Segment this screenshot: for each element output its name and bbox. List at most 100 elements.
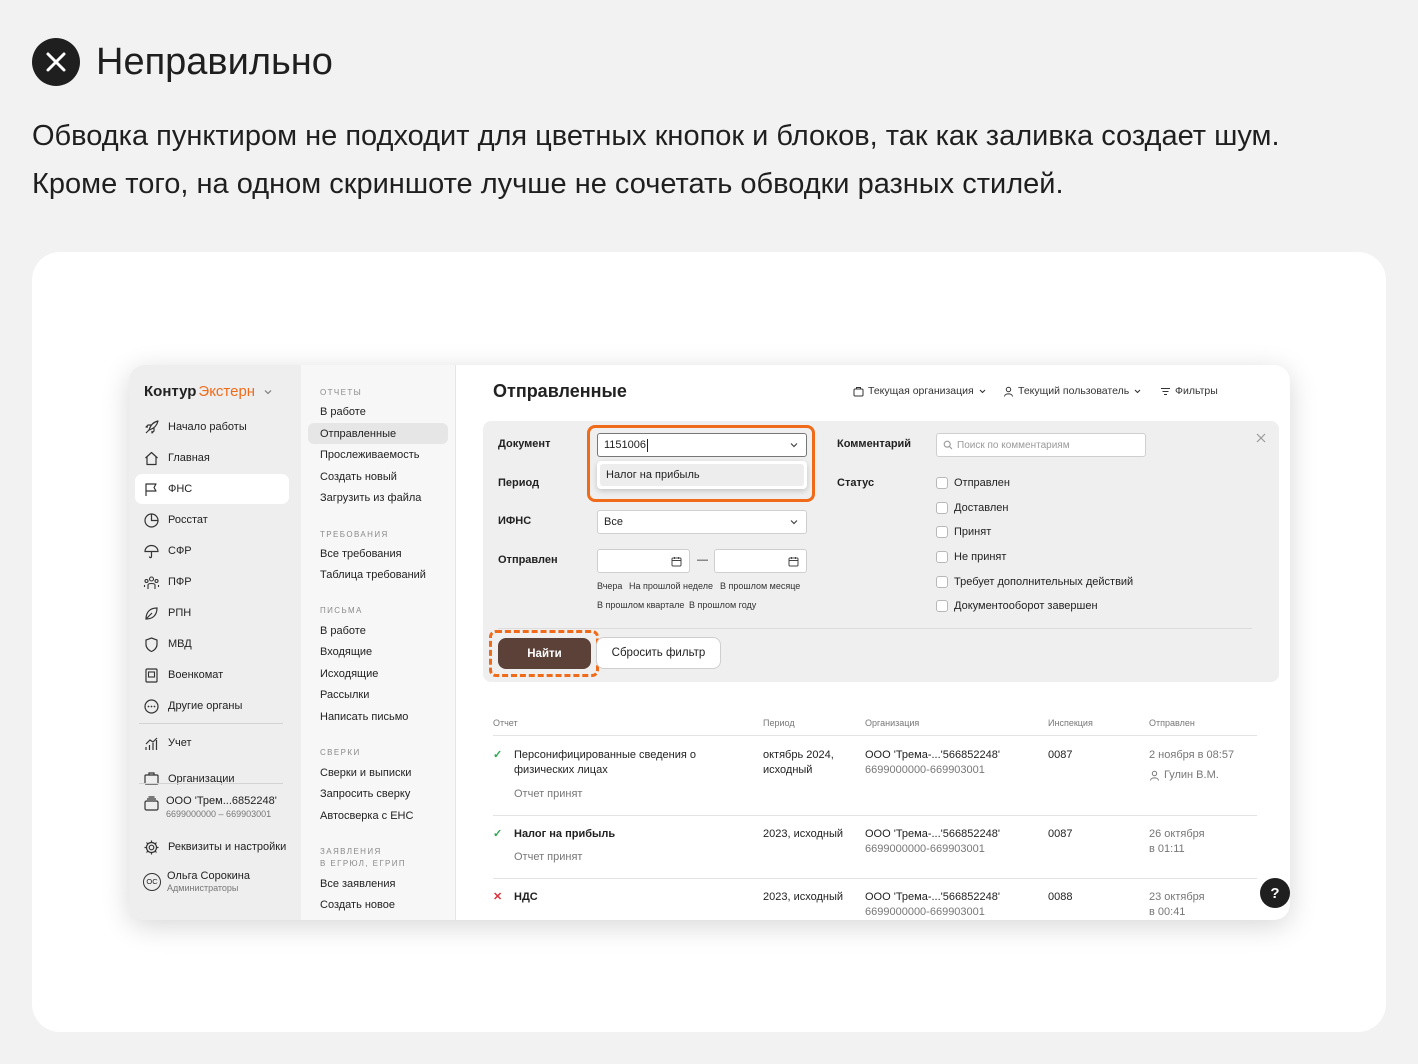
status-checkbox[interactable]: Не принят bbox=[936, 551, 1006, 563]
quick-date-link[interactable]: В прошлом месяце bbox=[720, 581, 800, 591]
umbrella-icon bbox=[144, 544, 159, 558]
sidebar-label: ФНС bbox=[168, 483, 193, 495]
calendar-icon bbox=[671, 556, 682, 566]
menu-item[interactable]: Автосверка с ЕНС bbox=[308, 805, 448, 826]
period-label: Период bbox=[498, 477, 540, 489]
menu-item[interactable]: Рассылки bbox=[308, 684, 448, 705]
page-title: Отправленные bbox=[493, 381, 627, 401]
org-name: ООО 'Трем...6852248' bbox=[166, 795, 277, 807]
report-inspection: 0087 bbox=[1048, 828, 1073, 840]
help-button[interactable]: ? bbox=[1260, 878, 1290, 908]
header-title: Неправильно bbox=[96, 40, 333, 83]
sidebar: Контур Экстерн Начало работы Главная ФНС … bbox=[129, 365, 301, 920]
sidebar-item-rpn[interactable]: РПН bbox=[135, 598, 289, 628]
sidebar-item-fns[interactable]: ФНС bbox=[135, 474, 289, 504]
current-org-dropdown[interactable]: Текущая организация bbox=[853, 385, 987, 397]
logo[interactable]: Контур Экстерн bbox=[144, 383, 274, 400]
status-checkbox[interactable]: Принят bbox=[936, 526, 991, 538]
sidebar-item-start[interactable]: Начало работы bbox=[135, 412, 289, 442]
reset-filter-button[interactable]: Сбросить фильтр bbox=[596, 637, 721, 669]
menu-section-title: ТРЕБОВАНИЯ bbox=[320, 530, 389, 539]
logo-part1: Контур bbox=[144, 383, 197, 400]
quick-date-link[interactable]: В прошлом году bbox=[689, 600, 756, 610]
filter-panel: Документ Период ИФНС Все Отправлен — Вче… bbox=[483, 421, 1279, 682]
report-name[interactable]: Налог на прибыль bbox=[514, 827, 615, 842]
comment-search-input[interactable]: Поиск по комментариям bbox=[936, 433, 1146, 457]
divider bbox=[139, 783, 283, 784]
find-button[interactable]: Найти bbox=[498, 638, 591, 669]
quick-date-link[interactable]: Вчера bbox=[597, 581, 622, 591]
report-name[interactable]: Персонифицированные сведения о bbox=[514, 748, 696, 763]
report-name[interactable]: НДС bbox=[514, 890, 538, 905]
menu-item[interactable]: Прослеживаемость bbox=[308, 444, 448, 465]
sidebar-item-military[interactable]: Военкомат bbox=[135, 660, 289, 690]
checkbox[interactable] bbox=[936, 477, 948, 489]
status-checkbox[interactable]: Отправлен bbox=[936, 477, 1010, 489]
section-menu: ОТЧЕТЫ В работе Отправленные Прослеживае… bbox=[301, 365, 456, 920]
org-code: 6699000000 – 669903001 bbox=[166, 809, 272, 819]
user-icon bbox=[1150, 770, 1159, 781]
checkbox[interactable] bbox=[936, 600, 948, 612]
report-sent: в 01:11 bbox=[1149, 843, 1185, 855]
report-inspection: 0087 bbox=[1048, 749, 1073, 761]
status-checkbox[interactable]: Требует дополнительных действий bbox=[936, 576, 1133, 588]
menu-item[interactable]: Запросить сверку bbox=[308, 783, 448, 804]
checkbox[interactable] bbox=[936, 576, 948, 588]
menu-item[interactable]: Создать новый bbox=[308, 466, 448, 487]
sidebar-item-other[interactable]: Другие органы bbox=[135, 691, 289, 721]
filter-icon bbox=[1161, 387, 1170, 395]
current-user-dropdown[interactable]: Текущий пользователь bbox=[1003, 385, 1142, 397]
header-description: Обводка пунктиром не подходит для цветны… bbox=[32, 120, 1280, 200]
menu-section-title: В ЕГРЮЛ, ЕГРИП bbox=[320, 859, 407, 868]
sidebar-item-home[interactable]: Главная bbox=[135, 443, 289, 473]
menu-item-active[interactable]: Отправленные bbox=[308, 423, 448, 444]
menu-section-title: СВЕРКИ bbox=[320, 748, 361, 757]
checkbox[interactable] bbox=[936, 526, 948, 538]
status-checkbox[interactable]: Документооборот завершен bbox=[936, 600, 1098, 612]
current-org[interactable]: ООО 'Трем...6852248' 6699000000 – 669903… bbox=[143, 795, 277, 819]
checkbox[interactable] bbox=[936, 502, 948, 514]
menu-item[interactable]: Все заявления bbox=[308, 873, 448, 894]
quick-date-link[interactable]: На прошлой неделе bbox=[629, 581, 713, 591]
report-period: октябрь 2024, bbox=[763, 749, 834, 761]
suggestion-item[interactable]: Налог на прибыль bbox=[600, 464, 804, 486]
sidebar-item-sfr[interactable]: СФР bbox=[135, 536, 289, 566]
menu-section-title: ЗАЯВЛЕНИЯ bbox=[320, 847, 382, 856]
user-profile[interactable]: ОС Ольга Сорокина Администраторы bbox=[143, 870, 250, 893]
chevron-down-icon bbox=[790, 443, 798, 448]
sidebar-item-settings[interactable]: Реквизиты и настройки bbox=[135, 832, 289, 862]
menu-item[interactable]: Таблица требований bbox=[308, 564, 448, 585]
divider bbox=[493, 815, 1257, 816]
menu-item[interactable]: Написать письмо bbox=[308, 706, 448, 727]
menu-item[interactable]: В работе bbox=[308, 620, 448, 641]
menu-item[interactable]: Входящие bbox=[308, 641, 448, 662]
menu-item[interactable]: Сверки и выписки bbox=[308, 762, 448, 783]
menu-item[interactable]: Создать новое bbox=[308, 894, 448, 915]
sidebar-item-rosstat[interactable]: Росстат bbox=[135, 505, 289, 535]
document-input[interactable]: 1151006 bbox=[597, 433, 807, 457]
sidebar-item-pfr[interactable]: ПФР bbox=[135, 567, 289, 597]
report-sent: 2 ноября в 08:57 bbox=[1149, 749, 1235, 761]
filters-button[interactable]: Фильтры bbox=[1160, 385, 1218, 397]
sidebar-item-mvd[interactable]: МВД bbox=[135, 629, 289, 659]
sidebar-item-accounting[interactable]: Учет bbox=[135, 728, 289, 758]
column-header: Организация bbox=[865, 718, 920, 728]
menu-item[interactable]: Исходящие bbox=[308, 663, 448, 684]
user-name: Ольга Сорокина bbox=[167, 870, 250, 882]
date-to-input[interactable] bbox=[714, 549, 807, 573]
report-sent: 26 октября bbox=[1149, 828, 1205, 840]
checkbox[interactable] bbox=[936, 551, 948, 563]
menu-item[interactable]: Все требования bbox=[308, 543, 448, 564]
menu-item[interactable]: В работе bbox=[308, 401, 448, 422]
sidebar-item-orgs[interactable]: Организации bbox=[135, 765, 289, 785]
close-icon[interactable] bbox=[1255, 432, 1267, 444]
date-from-input[interactable] bbox=[597, 549, 690, 573]
column-header: Отправлен bbox=[1149, 718, 1195, 728]
quick-date-link[interactable]: В прошлом квартале bbox=[597, 600, 684, 610]
menu-item[interactable]: Загрузить из файла bbox=[308, 487, 448, 508]
status-checkbox[interactable]: Доставлен bbox=[936, 502, 1008, 514]
ifns-select[interactable]: Все bbox=[597, 510, 807, 534]
id-card-icon bbox=[145, 667, 158, 683]
sidebar-label: Начало работы bbox=[168, 421, 247, 433]
report-name[interactable]: физических лицах bbox=[514, 763, 608, 778]
